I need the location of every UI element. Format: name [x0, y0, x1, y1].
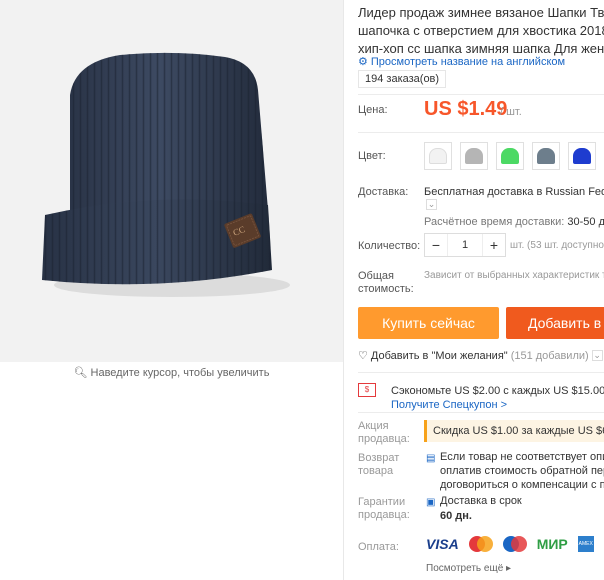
color-swatch-green[interactable]	[496, 142, 524, 170]
quantity-available: шт. (53 шт. доступно	[510, 240, 604, 251]
zoom-hint: 🔍︎ Наведите курсор, чтобы увеличить	[73, 367, 270, 379]
coupon-icon: $	[358, 383, 376, 397]
color-swatch-blue[interactable]	[568, 142, 596, 170]
chevron-down-icon[interactable]: ⌄	[426, 199, 437, 210]
total-value: Зависит от выбранных характеристик т	[424, 270, 604, 281]
payment-methods: VISA МИР AMEX	[426, 536, 594, 552]
hat-thumb-icon	[465, 148, 483, 164]
price-value: US $1.49	[424, 98, 508, 120]
hat-thumb-icon	[537, 148, 555, 164]
seller-promo-value: Скидка US $1.00 за каждые US $6.00	[424, 420, 604, 442]
divider	[358, 132, 604, 133]
color-swatch-white[interactable]	[424, 142, 452, 170]
column-divider	[343, 0, 344, 580]
hat-thumb-icon	[573, 148, 591, 164]
mastercard-icon	[468, 536, 493, 552]
delivery-icon: ▣	[426, 497, 436, 508]
hat-thumb-icon	[429, 148, 447, 164]
returns-text: Если товар не соответствует описан оплат…	[440, 451, 604, 491]
guarantee-value: Доставка в срок	[440, 495, 522, 507]
color-swatch-gray[interactable]	[460, 142, 488, 170]
divider	[358, 372, 604, 373]
shipping-label: Доставка:	[358, 186, 409, 198]
translate-icon: ⚙	[358, 56, 368, 68]
divider	[358, 412, 604, 413]
total-label: Общая стоимость:	[358, 270, 414, 295]
guarantee-label: Гарантии продавца:	[358, 496, 410, 521]
quantity-label: Количество:	[358, 240, 421, 252]
color-swatches	[424, 142, 596, 170]
add-to-cart-button[interactable]: Добавить в	[506, 307, 604, 339]
amex-icon: AMEX	[577, 536, 594, 552]
product-title: Лидер продаж зимнее вязаное Шапки Тверд …	[358, 5, 604, 56]
quantity-stepper: − 1 +	[424, 233, 506, 257]
shipping-value[interactable]: Бесплатная доставка в Russian Feder	[424, 186, 604, 198]
visa-icon: VISA	[426, 536, 459, 552]
mir-icon: МИР	[536, 536, 568, 552]
divider	[358, 94, 604, 95]
caret-right-icon: ▸	[506, 563, 512, 574]
add-to-wishlist[interactable]: ♡ Добавить в "Мои желания" (151 добавили…	[358, 349, 603, 362]
guarantee-days: 60 дн.	[440, 510, 472, 522]
price-unit: / шт.	[500, 106, 522, 118]
maestro-icon	[502, 536, 527, 552]
heart-icon: ♡	[358, 350, 368, 362]
price-label: Цена:	[358, 104, 388, 116]
color-label: Цвет:	[358, 150, 386, 162]
quantity-decrease-button[interactable]: −	[425, 234, 447, 256]
product-info-panel: Лидер продаж зимнее вязаное Шапки Тверд …	[358, 0, 604, 580]
seller-promo-label: Акция продавца:	[358, 420, 410, 445]
chevron-down-icon[interactable]: ⌄	[591, 350, 603, 361]
returns-label: Возврат товара	[358, 452, 400, 477]
coupon-savings: Сэкономьте US $2.00 с каждых US $15.00	[391, 385, 604, 397]
buy-now-button[interactable]: Купить сейчас	[358, 307, 499, 339]
more-payment-link[interactable]: Посмотреть ещё ▸	[426, 563, 511, 574]
delivery-time: Расчётное время доставки: 30-50 дн.	[424, 216, 604, 228]
payment-label: Оплата:	[358, 541, 399, 553]
orders-count: 194 заказа(ов)	[358, 70, 447, 88]
magnifier-icon: 🔍︎	[73, 367, 88, 379]
product-image[interactable]: CC	[0, 0, 343, 362]
return-icon: ▤	[426, 453, 436, 464]
quantity-input[interactable]: 1	[447, 234, 483, 256]
quantity-increase-button[interactable]: +	[483, 234, 505, 256]
beanie-image	[42, 52, 290, 297]
hat-thumb-icon	[501, 148, 519, 164]
get-coupon-link[interactable]: Получите Спецкупон >	[391, 399, 507, 411]
color-swatch-slate[interactable]	[532, 142, 560, 170]
translate-title-link[interactable]: ⚙ Просмотреть название на английском	[358, 55, 565, 68]
